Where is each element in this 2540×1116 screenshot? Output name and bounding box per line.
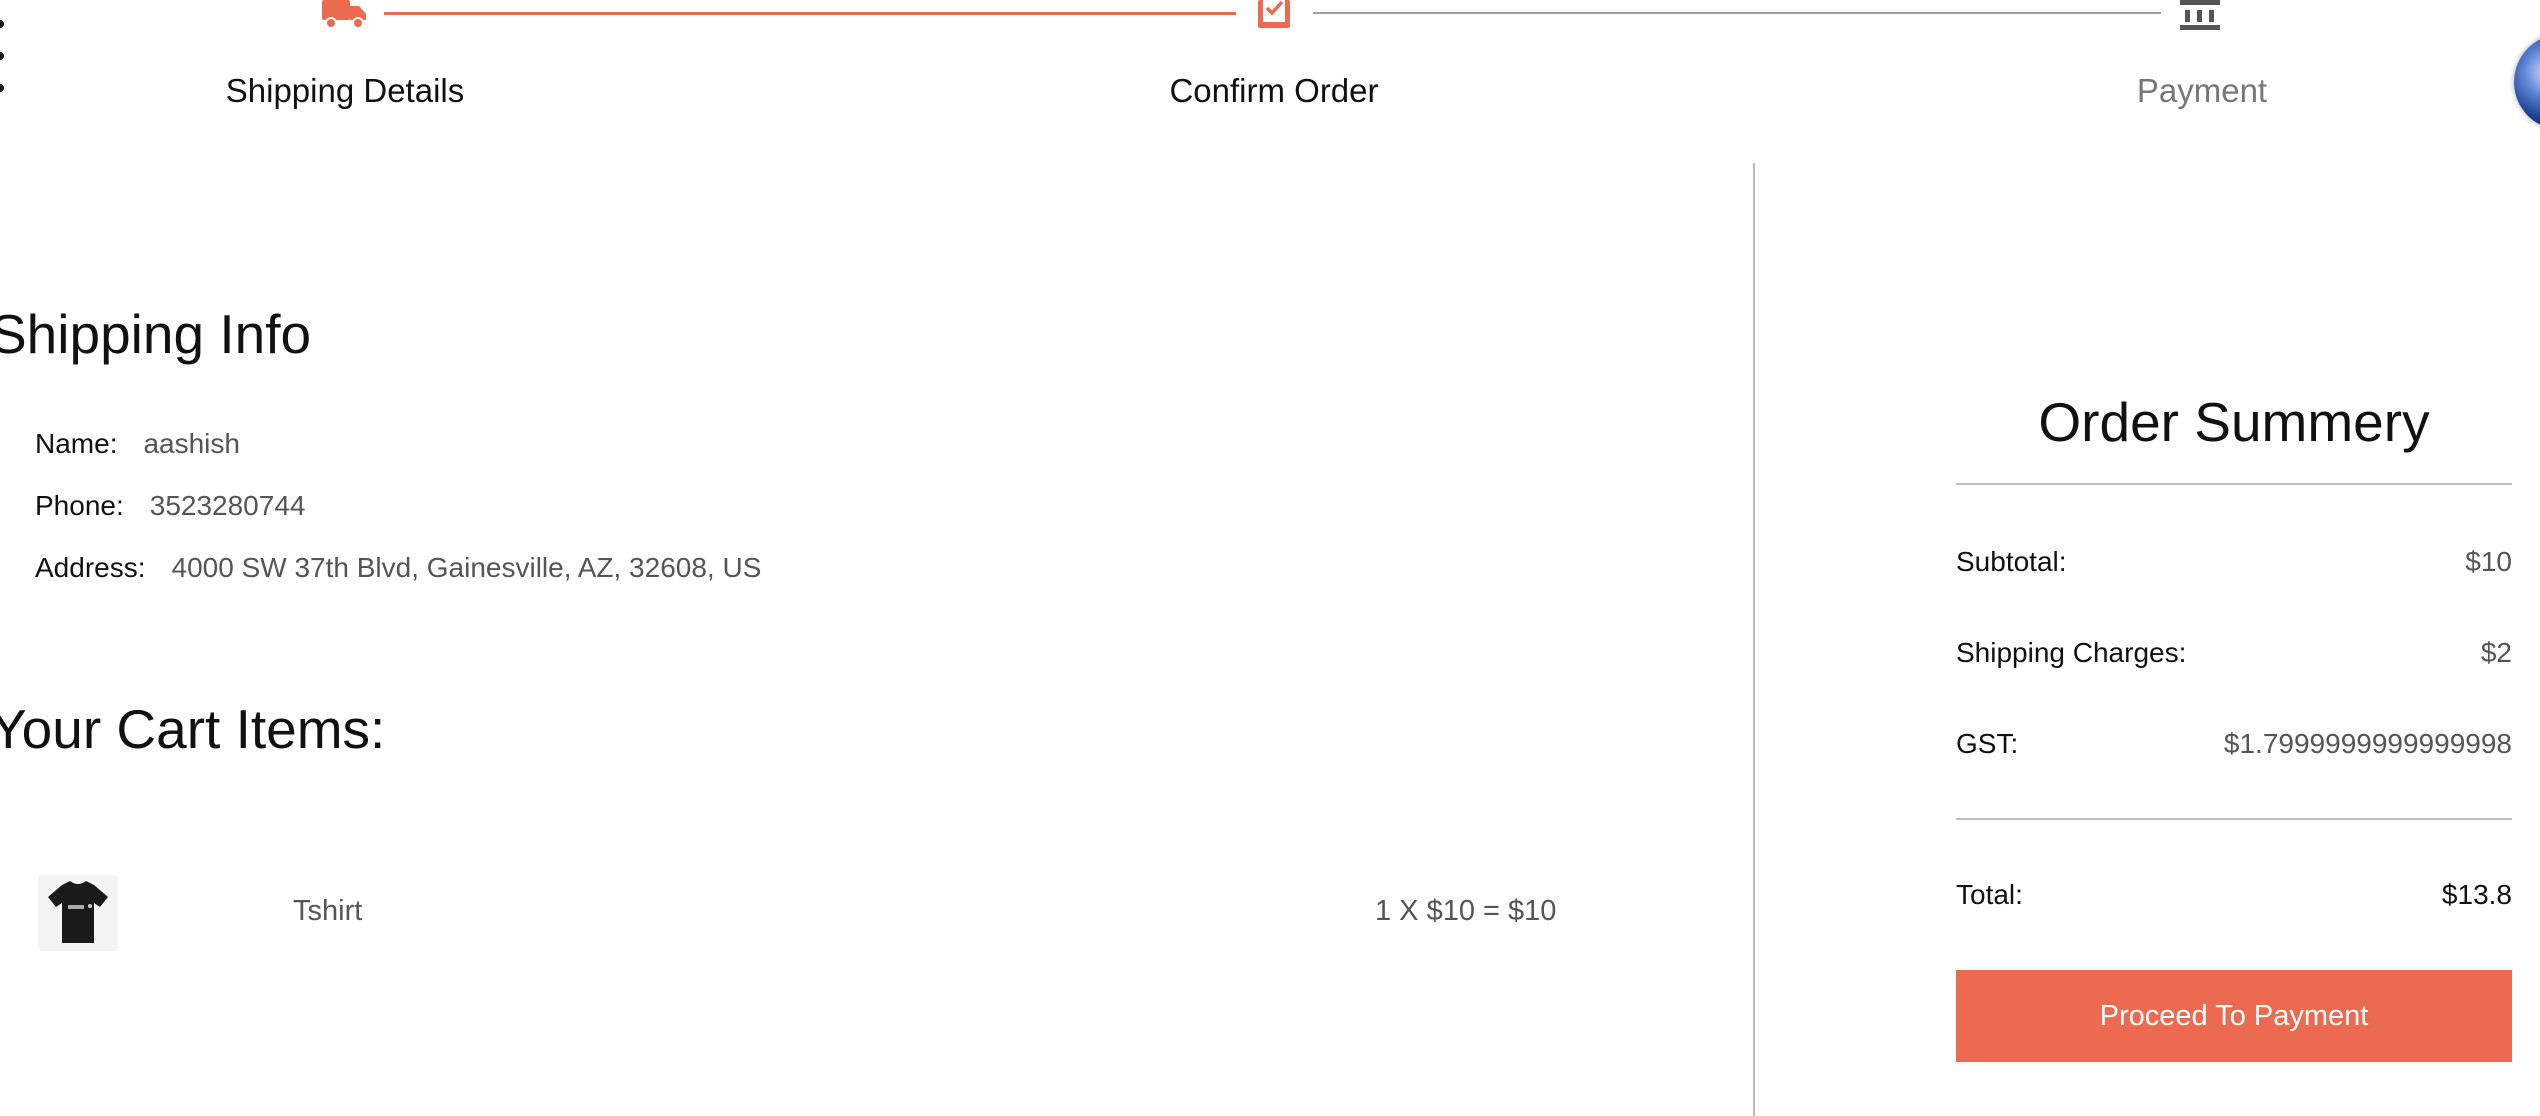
step-label-confirm: Confirm Order bbox=[1169, 72, 1379, 109]
subtotal-value: $10 bbox=[2465, 546, 2512, 577]
cart-items-heading: Your Cart Items: bbox=[0, 698, 386, 760]
truck-icon bbox=[322, 0, 366, 29]
summary-divider-top bbox=[1956, 483, 2512, 485]
cart-item-name-link[interactable]: Tshirt bbox=[293, 895, 362, 928]
summary-divider-bottom bbox=[1956, 818, 2512, 820]
address-value: 4000 SW 37th Blvd, Gainesville, AZ, 3260… bbox=[171, 552, 762, 583]
phone-value: 3523280744 bbox=[149, 490, 306, 521]
order-summary-heading: Order Summery bbox=[2038, 391, 2430, 453]
address-label: Address: bbox=[35, 552, 146, 583]
step-connector-completed bbox=[384, 12, 1236, 15]
gst-value: $1.7999999999999998 bbox=[2223, 728, 2512, 759]
shipping-charges-label: Shipping Charges: bbox=[1956, 637, 2187, 668]
phone-label: Phone: bbox=[35, 490, 124, 521]
proceed-to-payment-button[interactable]: Proceed To Payment bbox=[1956, 970, 2512, 1062]
column-divider bbox=[1753, 163, 1755, 1116]
step-connector-pending bbox=[1313, 12, 2161, 14]
cart-item-price: 1 X $10 = $10 bbox=[1375, 895, 1557, 927]
total-label: Total: bbox=[1956, 879, 2023, 910]
order-check-icon bbox=[1258, 0, 1290, 28]
step-label-shipping: Shipping Details bbox=[225, 72, 465, 109]
shipping-phone-row: Phone: 3523280744 bbox=[35, 490, 305, 522]
user-avatar[interactable] bbox=[2514, 34, 2540, 130]
name-label: Name: bbox=[35, 428, 118, 459]
shipping-address-row: Address: 4000 SW 37th Blvd, Gainesville, … bbox=[35, 552, 761, 584]
shipping-name-row: Name: aashish bbox=[35, 428, 240, 460]
confirm-order-page: Shipping Details Confirm Order Payment S… bbox=[0, 0, 2540, 1116]
subtotal-label: Subtotal: bbox=[1956, 546, 2067, 577]
gst-label: GST: bbox=[1956, 728, 2019, 759]
step-label-payment: Payment bbox=[2136, 72, 2268, 109]
cart-item-row: Tshirt 1 X $10 = $10 bbox=[0, 865, 1560, 961]
tshirt-thumbnail[interactable] bbox=[38, 875, 118, 951]
total-value: $13.8 bbox=[2441, 879, 2512, 910]
name-value: aashish bbox=[143, 428, 240, 459]
shipping-charges-value: $2 bbox=[2480, 637, 2512, 668]
shipping-info-heading: Shipping Info bbox=[0, 303, 312, 365]
menu-dots-icon[interactable] bbox=[0, 20, 6, 100]
bank-icon bbox=[2180, 0, 2220, 30]
